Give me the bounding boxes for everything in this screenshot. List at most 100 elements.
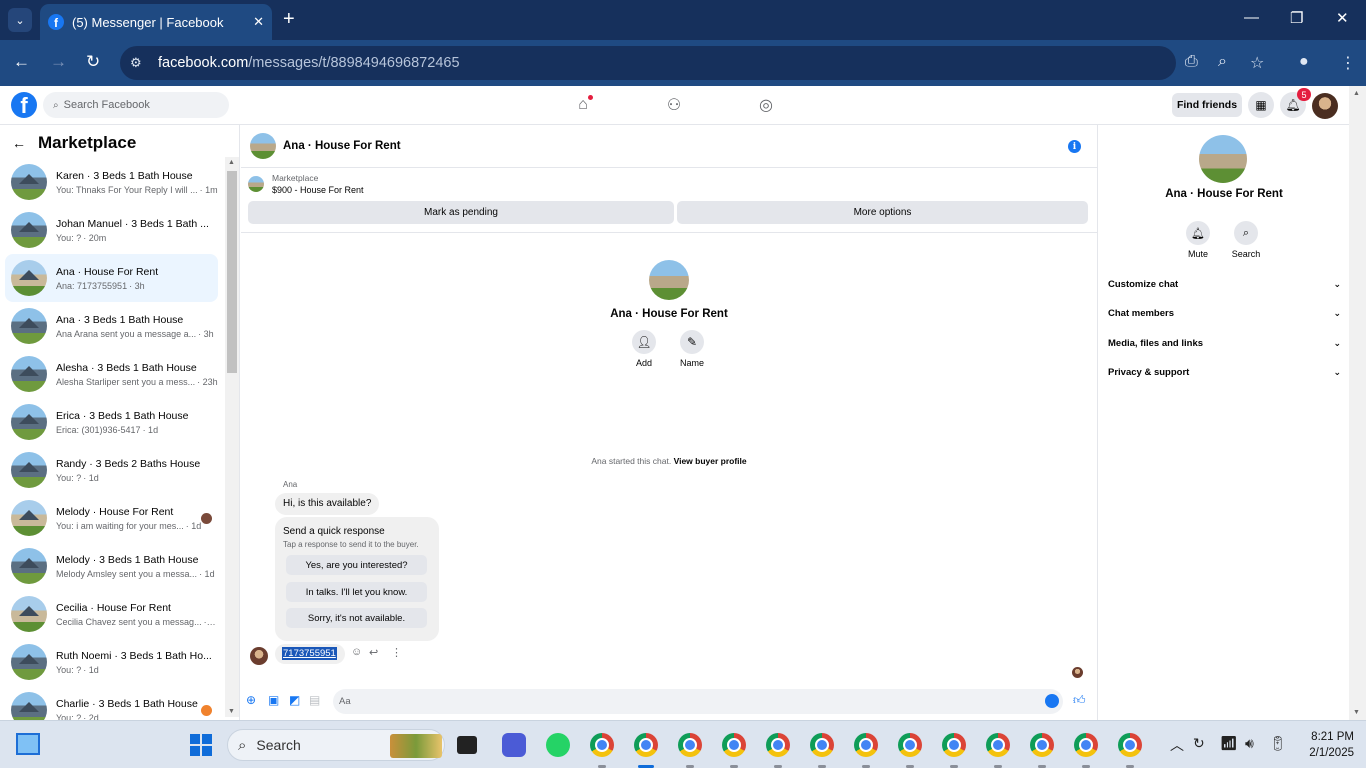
chrome-icon[interactable] [854,733,878,757]
conversation-item[interactable]: Ana · House For Rent Ana: 7173755951 · 3h [5,254,218,302]
back-arrow-icon[interactable]: ← [12,135,26,151]
conversation-item[interactable]: Ana · 3 Beds 1 Bath House Ana Arana sent … [5,302,218,350]
chrome-icon[interactable] [810,733,834,757]
thumbs-up-icon[interactable]: 👍︎ [1073,693,1086,708]
react-icon[interactable]: ☺ [351,646,362,658]
gif-icon[interactable]: ▤ [309,693,320,707]
forward-icon[interactable]: → [50,52,67,72]
reply-icon[interactable]: ↩ [369,646,378,659]
chrome-icon[interactable] [1030,733,1054,757]
conversation-preview: Erica: (301)936-5417 · 1d [56,425,218,435]
conversation-item[interactable]: Charlie · 3 Beds 1 Bath House You: ? · 2d [5,686,218,720]
taskbar-search[interactable]: ⌕ Search [227,729,445,761]
battery-icon[interactable]: 🔋︎ [1269,735,1287,752]
selected-phone-number[interactable]: 7173755951 [282,647,337,660]
sender-avatar[interactable] [250,647,268,665]
chrome-icon[interactable] [590,733,614,757]
minimize-icon[interactable]: — [1244,9,1259,26]
sidebar-scrollbar[interactable]: ▲ ▼ [225,157,239,717]
task-view-icon[interactable] [457,736,477,754]
view-buyer-profile-link[interactable]: View buyer profile [674,456,747,466]
site-info-icon[interactable]: ⚙ [130,55,146,71]
chrome-icon[interactable] [1118,733,1142,757]
marketplace-listing[interactable]: Marketplace $900 - House For Rent [248,173,364,195]
message-bubble[interactable]: Hi, is this available? [275,493,380,515]
chat-avatar[interactable] [250,133,276,159]
edit-name-button[interactable]: ✎ Name [672,330,712,368]
new-tab-icon[interactable]: + [283,8,295,30]
chrome-icon[interactable] [942,733,966,757]
conversation-text: Ruth Noemi · 3 Beds 1 Bath Ho... You: ? · … [56,650,218,675]
quick-response-button[interactable]: In talks. I'll let you know. [286,582,427,602]
start-windows-icon[interactable] [190,734,212,756]
plus-circle-icon[interactable]: ⊕ [246,693,256,707]
chrome-icon[interactable] [678,733,702,757]
details-avatar[interactable] [1199,135,1247,183]
quick-response-button[interactable]: Sorry, it's not available. [286,608,427,628]
facebook-logo-icon[interactable]: f [11,92,37,118]
reload-icon[interactable]: ↻ [86,52,100,72]
chrome-icon[interactable] [766,733,790,757]
facebook-search-input[interactable]: ⌕ Search Facebook [43,92,229,118]
conversation-item[interactable]: Erica · 3 Beds 1 Bath House Erica: (301)9… [5,398,218,446]
menu-grid-icon[interactable]: ▦ [1248,92,1274,118]
sync-icon[interactable]: ↻ [1193,735,1205,752]
add-people-button[interactable]: 👤︎ Add [624,330,664,368]
conversation-item[interactable]: Randy · 3 Beds 2 Baths House You: ? · 1d [5,446,218,494]
chrome-icon[interactable] [986,733,1010,757]
conversation-item[interactable]: Melody · 3 Beds 1 Bath House Melody Amsle… [5,542,218,590]
privacy-support-section[interactable]: Privacy & support ⌄ [1108,367,1341,378]
back-icon[interactable]: ← [13,52,30,72]
widgets-icon[interactable] [16,733,40,755]
chrome-icon[interactable] [898,733,922,757]
more-options-button[interactable]: More options [677,201,1088,224]
chrome-icon[interactable] [1074,733,1098,757]
bookmark-star-icon[interactable]: ☆ [1250,53,1264,73]
chrome-icon[interactable] [634,733,658,757]
conversation-item[interactable]: Ruth Noemi · 3 Beds 1 Bath Ho... You: ? · … [5,638,218,686]
emoji-icon[interactable] [1045,694,1059,708]
conversation-item[interactable]: Johan Manuel · 3 Beds 1 Bath ... You: ? · … [5,206,218,254]
chat-members-section[interactable]: Chat members ⌄ [1108,308,1341,319]
message-input[interactable]: Aa [333,689,1063,714]
friends-icon[interactable]: ⚇ [664,95,684,115]
sticker-icon[interactable]: ◩ [289,693,300,707]
install-app-icon[interactable]: ⎙ [1185,53,1198,71]
intro-avatar[interactable] [649,260,689,300]
account-avatar[interactable] [1312,93,1338,119]
media-files-links-section[interactable]: Media, files and links ⌄ [1108,338,1341,349]
conversation-text: Melody · House For Rent You: i am waiting… [56,506,218,531]
chrome-icon[interactable] [722,733,746,757]
wifi-icon[interactable]: 📶︎ [1220,735,1238,752]
tab-search-dropdown-icon[interactable]: ⌄ [8,8,32,32]
groups-icon[interactable]: ◎ [756,95,776,115]
browser-tab-messenger[interactable]: f (5) Messenger | Facebook ✕ [40,4,272,40]
zoom-icon[interactable]: ⌕ [1218,53,1227,71]
conversation-item[interactable]: Karen · 3 Beds 1 Bath House You: Thnaks F… [5,158,218,206]
address-bar[interactable]: ⚙ facebook.com/messages/t/88984946968724… [120,46,1176,80]
window-close-icon[interactable]: ✕ [1336,9,1349,27]
info-icon[interactable]: i [1068,140,1081,153]
more-actions-icon[interactable]: ⋮ [391,646,402,659]
volume-icon[interactable]: 🔊︎ [1245,735,1254,752]
conversation-item[interactable]: Cecilia · House For Rent Cecilia Chavez s… [5,590,218,638]
customize-chat-section[interactable]: Customize chat ⌄ [1108,279,1341,290]
conversation-item[interactable]: Alesha · 3 Beds 1 Bath House Alesha Starl… [5,350,218,398]
system-clock[interactable]: 8:21 PM 2/1/2025 [1296,729,1354,761]
show-hidden-icons[interactable]: ︿ [1170,735,1184,755]
close-tab-icon[interactable]: ✕ [253,14,264,30]
page-scrollbar[interactable]: ▲ ▼ [1349,86,1366,720]
find-friends-button[interactable]: Find friends [1172,93,1242,117]
chat-title[interactable]: Ana · House For Rent [283,140,401,152]
meet-app-icon[interactable] [502,733,526,757]
mute-button[interactable]: 🔔︎ Mute [1178,221,1218,259]
whatsapp-icon[interactable] [546,733,570,757]
restore-icon[interactable]: ❐ [1290,9,1303,27]
quick-response-button[interactable]: Yes, are you interested? [286,555,427,575]
photo-icon[interactable]: ▣ [268,693,279,707]
browser-menu-icon[interactable]: ⋮ [1340,53,1356,73]
search-chat-button[interactable]: ⌕ Search [1226,221,1266,259]
conversation-item[interactable]: Melody · House For Rent You: i am waiting… [5,494,218,542]
profile-icon[interactable]: ● [1299,53,1309,71]
mark-as-pending-button[interactable]: Mark as pending [248,201,674,224]
